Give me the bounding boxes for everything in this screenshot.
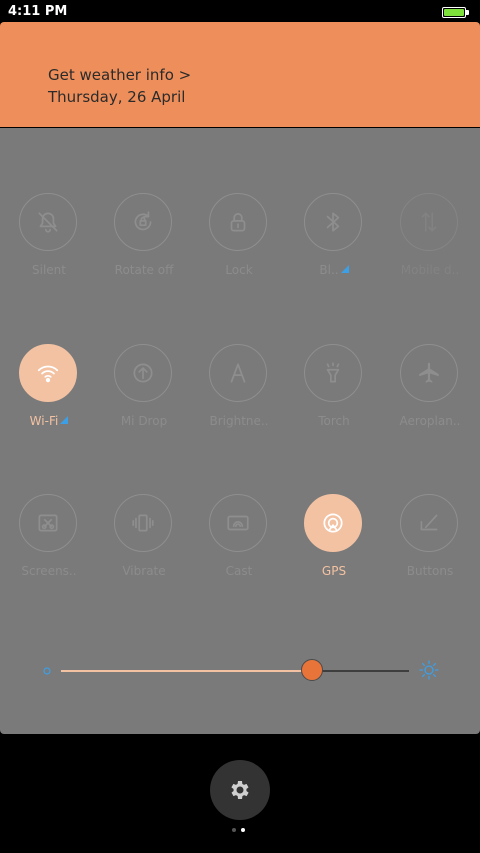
toggle-circle[interactable] <box>400 494 458 552</box>
toggle-label-text: Screens.. <box>21 564 77 578</box>
toggle-label: Buttons <box>382 564 478 578</box>
buttons-icon <box>420 514 438 531</box>
toggle-label-text: Cast <box>225 564 253 578</box>
lock-icon <box>230 213 246 232</box>
bell-off-icon <box>38 212 58 233</box>
auto-brightness-icon <box>230 363 246 383</box>
toggle-circle[interactable] <box>400 344 458 402</box>
toggle-circle[interactable] <box>304 344 362 402</box>
mi-drop-icon <box>133 363 153 383</box>
weather-card[interactable]: Get weather info > Thursday, 26 April <box>0 22 480 127</box>
airplane-icon <box>419 362 439 383</box>
toggle-label: Vibrate <box>96 564 192 578</box>
status-bar: 4:11 PM <box>0 0 480 24</box>
torch-icon <box>326 362 340 383</box>
signal-indicator-icon <box>60 416 69 424</box>
toggle-gps[interactable]: GPS <box>286 494 382 594</box>
cast-icon <box>227 515 249 531</box>
battery-icon <box>442 7 466 18</box>
bluetooth-icon <box>326 212 340 232</box>
toggle-circle[interactable] <box>304 494 362 552</box>
toggle-lock[interactable]: Lock <box>191 193 287 293</box>
toggle-circle[interactable] <box>304 193 362 251</box>
brightness-fill <box>61 670 312 672</box>
toggle-label-text: Brightne.. <box>209 414 269 428</box>
toggle-label-text: Bl.. <box>319 263 339 277</box>
toggle-label-text: Silent <box>32 263 66 277</box>
toggle-wifi[interactable]: Wi-Fi <box>1 344 97 444</box>
toggle-label-text: Mi Drop <box>120 414 168 428</box>
screenshot-icon <box>38 514 58 532</box>
toggle-circle[interactable] <box>114 193 172 251</box>
toggle-label: Aeroplan.. <box>382 414 478 428</box>
toggle-auto-brightness[interactable]: Brightne.. <box>191 344 287 444</box>
page-dot <box>241 828 245 832</box>
toggle-label-text: Torch <box>318 414 350 428</box>
settings-button[interactable] <box>210 760 270 820</box>
toggle-circle[interactable] <box>19 193 77 251</box>
toggle-cast[interactable]: Cast <box>191 494 287 594</box>
toggle-label: Silent <box>1 263 97 277</box>
toggle-circle[interactable] <box>114 494 172 552</box>
toggle-circle[interactable] <box>209 494 267 552</box>
toggle-label-text: GPS <box>321 564 347 578</box>
toggle-airplane[interactable]: Aeroplan.. <box>382 344 478 444</box>
toggle-label: Wi-Fi <box>1 414 97 428</box>
toggle-label: Screens.. <box>1 564 97 578</box>
toggle-label: Rotate off <box>96 263 192 277</box>
toggle-label: Lock <box>191 263 287 277</box>
toggle-bluetooth[interactable]: Bl.. <box>286 193 382 293</box>
signal-indicator-icon <box>340 265 349 273</box>
gear-icon <box>231 781 249 799</box>
brightness-high-icon <box>419 660 439 680</box>
brightness-slider[interactable] <box>61 670 409 672</box>
mobile-data-icon <box>421 212 437 232</box>
toggle-label-text: Rotate off <box>114 263 174 277</box>
toggle-screenshot[interactable]: Screens.. <box>1 494 97 594</box>
toggle-circle[interactable] <box>209 193 267 251</box>
weather-date: Thursday, 26 April <box>48 88 186 106</box>
toggle-label-text: Mobile d.. <box>400 263 460 277</box>
toggle-mi-drop[interactable]: Mi Drop <box>96 344 192 444</box>
weather-link[interactable]: Get weather info > <box>48 66 191 84</box>
brightness-low-icon <box>43 667 51 675</box>
vibrate-icon <box>132 514 154 532</box>
toggle-circle[interactable] <box>19 344 77 402</box>
rotate-lock-icon <box>134 211 152 231</box>
toggle-label-text: Buttons <box>406 564 454 578</box>
toggle-circle[interactable] <box>209 344 267 402</box>
toggle-torch[interactable]: Torch <box>286 344 382 444</box>
wifi-icon <box>37 365 59 383</box>
brightness-thumb[interactable] <box>301 659 323 681</box>
toggle-label-text: Lock <box>225 263 253 277</box>
toggle-label: Torch <box>286 414 382 428</box>
toggle-bell-off[interactable]: Silent <box>1 193 97 293</box>
toggle-buttons[interactable]: Buttons <box>382 494 478 594</box>
toggle-label: Mi Drop <box>96 414 192 428</box>
toggle-label: Cast <box>191 564 287 578</box>
toggle-vibrate[interactable]: Vibrate <box>96 494 192 594</box>
toggle-circle[interactable] <box>400 193 458 251</box>
toggle-label-text: Wi-Fi <box>29 414 59 428</box>
toggle-rotate-lock[interactable]: Rotate off <box>96 193 192 293</box>
toggle-label-text: Aeroplan.. <box>399 414 461 428</box>
toggle-circle[interactable] <box>19 494 77 552</box>
toggle-label: Bl.. <box>286 263 382 277</box>
toggle-label-text: Vibrate <box>122 564 166 578</box>
status-time: 4:11 PM <box>8 4 68 19</box>
toggle-circle[interactable] <box>114 344 172 402</box>
toggle-label: Mobile d.. <box>382 263 478 277</box>
toggle-label: GPS <box>286 564 382 578</box>
gps-icon <box>323 513 343 533</box>
page-indicator <box>232 828 250 834</box>
toggle-label: Brightne.. <box>191 414 287 428</box>
battery-tip <box>466 10 469 15</box>
page-dot <box>232 828 236 832</box>
toggle-mobile-data[interactable]: Mobile d.. <box>382 193 478 293</box>
